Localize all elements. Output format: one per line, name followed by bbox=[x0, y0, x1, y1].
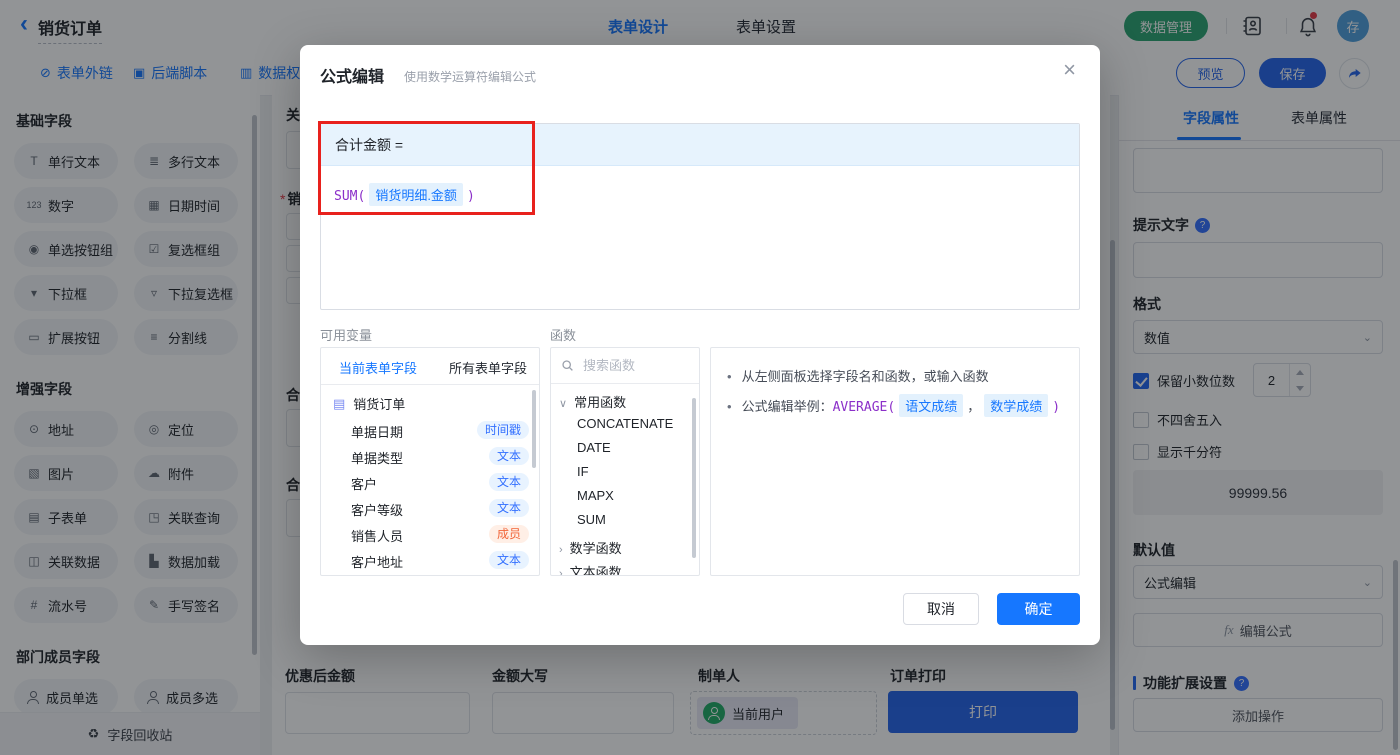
variable-row[interactable]: 客户文本 bbox=[321, 470, 539, 496]
help-line-1: •从左侧面板选择字段名和函数，或输入函数 bbox=[727, 366, 989, 385]
type-badge: 时间戳 bbox=[477, 421, 529, 439]
tab-all-form-fields[interactable]: 所有表单字段 bbox=[449, 358, 527, 377]
dialog-subtitle: 使用数学运算符编辑公式 bbox=[404, 68, 536, 85]
confirm-button[interactable]: 确定 bbox=[997, 593, 1080, 625]
dialog-title: 公式编辑 bbox=[320, 63, 384, 87]
search-icon bbox=[561, 359, 574, 372]
variables-scrollbar[interactable] bbox=[532, 390, 536, 468]
variable-row[interactable]: 客户等级文本 bbox=[321, 496, 539, 522]
field-token: 数学成绩 bbox=[984, 394, 1048, 417]
form-doc-icon: ▤ bbox=[333, 396, 345, 412]
chevron-collapsed-icon: › bbox=[559, 568, 563, 576]
functions-panel: ∨常用函数 CONCATENATE DATE IF MAPX SUM ›数学函数… bbox=[550, 347, 700, 576]
field-token: 语文成绩 bbox=[899, 394, 963, 417]
formula-expression[interactable]: SUM( 销货明细.金额) bbox=[321, 166, 1079, 223]
function-item[interactable]: DATE bbox=[577, 440, 611, 455]
functions-scrollbar[interactable] bbox=[692, 398, 696, 558]
cancel-button[interactable]: 取消 bbox=[903, 593, 979, 625]
variable-row[interactable]: 客户地址文本 bbox=[321, 548, 539, 574]
variables-root-node[interactable]: ▤ 销货订单 bbox=[333, 394, 405, 413]
bullet-icon: • bbox=[727, 369, 732, 384]
function-group-common[interactable]: ∨常用函数 bbox=[559, 392, 626, 411]
function-search-input[interactable] bbox=[581, 357, 680, 374]
variables-root-label: 销货订单 bbox=[353, 394, 405, 413]
function-item[interactable]: IF bbox=[577, 464, 589, 479]
variable-row[interactable]: 单据日期时间戳 bbox=[321, 418, 539, 444]
variables-tabs: 当前表单字段 所有表单字段 bbox=[321, 348, 539, 385]
type-badge: 文本 bbox=[489, 499, 529, 517]
function-item[interactable]: SUM bbox=[577, 512, 606, 527]
formula-edit-dialog: 公式编辑 使用数学运算符编辑公式 × 合计金额 = SUM( 销货明细.金额) 可… bbox=[300, 45, 1100, 645]
functions-label: 函数 bbox=[550, 325, 576, 344]
function-search bbox=[551, 348, 699, 384]
bullet-icon: • bbox=[727, 399, 732, 414]
function-token: AVERAGE( bbox=[833, 400, 896, 415]
formula-editor[interactable]: 合计金额 = SUM( 销货明细.金额) bbox=[320, 123, 1080, 310]
help-line-2: •公式编辑举例：AVERAGE(语文成绩，数学成绩) bbox=[727, 394, 1060, 417]
chevron-collapsed-icon: › bbox=[559, 544, 563, 556]
variables-label: 可用变量 bbox=[320, 325, 372, 344]
close-icon[interactable]: × bbox=[1063, 59, 1076, 81]
type-badge: 成员 bbox=[489, 525, 529, 543]
field-token[interactable]: 销货明细.金额 bbox=[369, 183, 463, 206]
variables-panel: 当前表单字段 所有表单字段 ▤ 销货订单 单据日期时间戳 单据类型文本 客户文本… bbox=[320, 347, 540, 576]
chevron-expanded-icon: ∨ bbox=[559, 398, 567, 410]
app-window: ‹ 销货订单 表单设计 表单设置 数据管理 存 ⊘ 表单外链 ▣ bbox=[0, 0, 1400, 755]
function-group-math[interactable]: ›数学函数 bbox=[559, 538, 622, 557]
function-item[interactable]: MAPX bbox=[577, 488, 614, 503]
tab-current-form-fields[interactable]: 当前表单字段 bbox=[339, 358, 417, 377]
formula-target: 合计金额 = bbox=[321, 124, 1079, 166]
formula-help-panel: •从左侧面板选择字段名和函数，或输入函数 •公式编辑举例：AVERAGE(语文成… bbox=[710, 347, 1080, 576]
function-group-text[interactable]: ›文本函数 bbox=[559, 562, 622, 576]
function-token: SUM( bbox=[334, 189, 365, 204]
function-item[interactable]: CONCATENATE bbox=[577, 416, 673, 431]
variable-row[interactable]: 销售人员成员 bbox=[321, 522, 539, 548]
type-badge: 文本 bbox=[489, 473, 529, 491]
type-badge: 文本 bbox=[489, 447, 529, 465]
type-badge: 文本 bbox=[489, 551, 529, 569]
paren-token: ) bbox=[467, 189, 475, 204]
variable-row[interactable]: 单据类型文本 bbox=[321, 444, 539, 470]
paren-token: ) bbox=[1052, 400, 1060, 415]
